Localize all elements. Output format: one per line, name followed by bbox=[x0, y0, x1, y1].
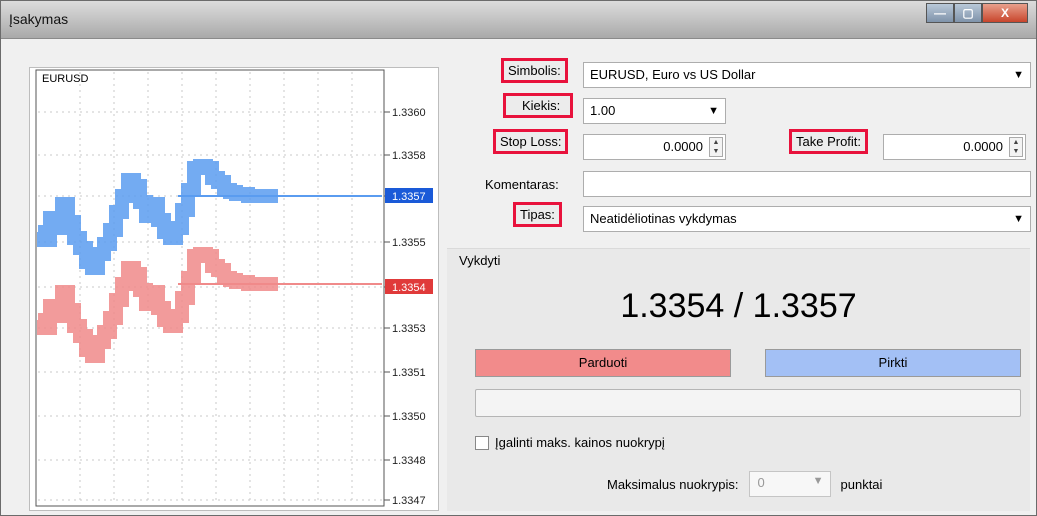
price-tick-label: 1.3357 bbox=[392, 191, 426, 203]
price-tick-label: 1.3355 bbox=[392, 237, 426, 249]
deviation-checkbox[interactable] bbox=[475, 435, 489, 450]
order-type-value: Neatidėliotinas vykdymas bbox=[590, 211, 737, 226]
price-tick-label: 1.3350 bbox=[392, 411, 426, 423]
chevron-down-icon: ▼ bbox=[1013, 213, 1024, 225]
price-tick-label: 1.3358 bbox=[392, 150, 426, 162]
max-deviation-label: Maksimalus nuokrypis: bbox=[607, 476, 739, 492]
title-bar[interactable]: Įsakymas — ▢ X bbox=[1, 1, 1036, 39]
symbol-label: Simbolis: bbox=[501, 58, 568, 83]
execution-progress-bar bbox=[475, 389, 1021, 417]
type-label-wrap: Tipas: bbox=[513, 202, 562, 227]
price-tick-label: 1.3354 bbox=[392, 282, 426, 294]
takeprofit-input[interactable]: 0.0000 ▲ ▼ bbox=[883, 134, 1026, 160]
plot-frame bbox=[35, 69, 385, 507]
execution-group: Vykdyti 1.3354 / 1.3357 Parduoti Pirkti … bbox=[447, 248, 1030, 511]
chart-grid bbox=[38, 72, 382, 504]
symbol-value: EURUSD, Euro vs US Dollar bbox=[590, 67, 756, 82]
price-tick-label: 1.3360 bbox=[392, 107, 426, 119]
chevron-down-icon: ▼ bbox=[812, 475, 824, 487]
stoploss-spinner[interactable]: ▲ ▼ bbox=[709, 137, 723, 157]
stoploss-label-wrap: Stop Loss: bbox=[493, 129, 569, 154]
max-deviation-value: 0 bbox=[757, 475, 765, 490]
stoploss-input[interactable]: 0.0000 ▲ ▼ bbox=[583, 134, 726, 160]
maximize-button[interactable]: ▢ bbox=[954, 3, 982, 23]
volume-select[interactable]: 1.00 ▼ bbox=[583, 98, 726, 124]
ask-band bbox=[37, 159, 278, 275]
tick-chart-svg: EURUSD 1.33601.33581.33571.33551.33541.3… bbox=[35, 69, 433, 507]
volume-label: Kiekis: bbox=[503, 93, 574, 118]
chart-symbol: EURUSD bbox=[42, 73, 89, 85]
tick-chart: EURUSD 1.3360 1.3358 1.3357 1.3355 1.3354 1.3… bbox=[29, 67, 439, 511]
bid-ask-quote: 1.3354 / 1.3357 bbox=[620, 287, 857, 325]
close-button[interactable]: X bbox=[982, 3, 1028, 23]
symbol-select[interactable]: EURUSD, Euro vs US Dollar ▼ bbox=[583, 62, 1031, 88]
max-deviation-select[interactable]: 0 ▼ bbox=[748, 471, 831, 497]
price-tick-label: 1.3348 bbox=[392, 455, 426, 467]
takeprofit-label: Take Profit: bbox=[789, 129, 869, 154]
order-type-select[interactable]: Neatidėliotinas vykdymas ▼ bbox=[583, 206, 1031, 232]
stoploss-value: 0.0000 bbox=[663, 139, 703, 154]
points-label: punktai bbox=[840, 476, 883, 492]
volume-label-wrap: Kiekis: bbox=[503, 93, 574, 118]
symbol-label-wrap: Simbolis: bbox=[501, 58, 568, 83]
takeprofit-label-wrap: Take Profit: bbox=[789, 129, 869, 154]
price-axis: 1.3360 1.3358 1.3357 1.3355 1.3354 1.3353 1.33… bbox=[384, 107, 433, 507]
dialog-body: EURUSD 1.3360 1.3358 1.3357 1.3355 1.3354 1.3… bbox=[7, 43, 1031, 511]
window-controls: — ▢ X bbox=[926, 3, 1028, 23]
minimize-button[interactable]: — bbox=[926, 3, 954, 23]
buy-button[interactable]: Pirkti bbox=[765, 349, 1021, 377]
chevron-down-icon: ▼ bbox=[708, 105, 719, 117]
type-label: Tipas: bbox=[513, 202, 562, 227]
window-title: Įsakymas bbox=[9, 11, 69, 27]
deviation-checkbox-row[interactable]: Įgalinti maks. kainos nuokrypį bbox=[475, 435, 665, 450]
max-deviation-row: Maksimalus nuokrypis: 0 ▼ punktai bbox=[607, 471, 882, 497]
price-tick-label: 1.3347 bbox=[392, 495, 426, 507]
comment-label: Komentaras: bbox=[485, 177, 559, 192]
volume-value: 1.00 bbox=[590, 103, 616, 118]
price-tick-label: 1.3353 bbox=[392, 323, 426, 335]
execution-group-title: Vykdyti bbox=[459, 253, 501, 268]
sell-button[interactable]: Parduoti bbox=[475, 349, 731, 377]
stoploss-label: Stop Loss: bbox=[493, 129, 569, 154]
comment-input[interactable] bbox=[583, 171, 1031, 197]
deviation-checkbox-label: Įgalinti maks. kainos nuokrypį bbox=[495, 435, 665, 450]
price-tick-label: 1.3351 bbox=[392, 367, 426, 379]
chevron-down-icon: ▼ bbox=[1013, 69, 1024, 81]
takeprofit-spinner[interactable]: ▲ ▼ bbox=[1009, 137, 1023, 157]
order-window: Įsakymas — ▢ X EURUSD 1.3360 1.3358 1.3357… bbox=[0, 0, 1037, 516]
takeprofit-value: 0.0000 bbox=[963, 139, 1003, 154]
bid-band bbox=[37, 247, 278, 363]
